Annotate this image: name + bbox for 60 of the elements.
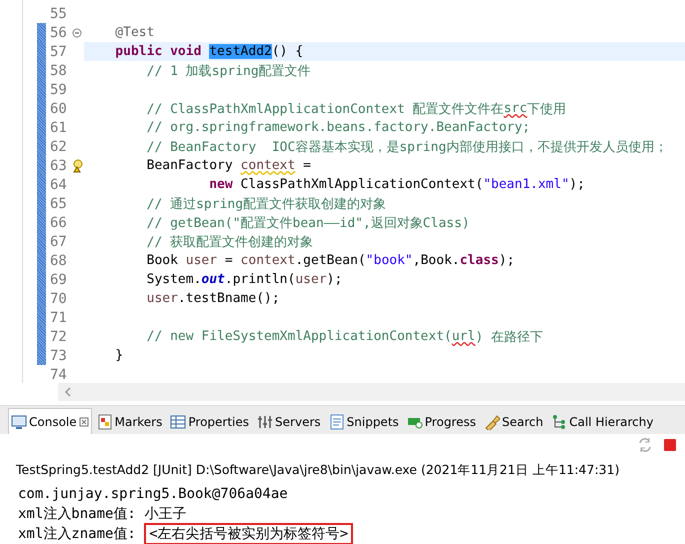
- line-number: 64: [49, 176, 68, 192]
- code-line: // new FileSystemXmlApplicationContext(url) 在路径下: [146, 328, 544, 346]
- console-title: TestSpring5.testAdd2 [JUnit] D:\Software\Java\jre8\bin\javaw.exe (2021年11月21日 上午11:47:31): [15, 461, 620, 479]
- line-number: 59: [49, 82, 68, 98]
- view-tab[interactable]: Markers: [94, 408, 166, 434]
- servers-icon: [257, 414, 274, 430]
- line-number: 58: [49, 62, 68, 78]
- line-number: 74: [49, 366, 68, 382]
- code-line: @Test: [114, 24, 156, 42]
- view-tab[interactable]: Snippets: [326, 408, 402, 434]
- warning-bulb-icon[interactable]: [72, 158, 84, 172]
- console-output-line: xml注入zname值: <左右尖括号被实别为标签符号>: [18, 524, 685, 544]
- sync-icon[interactable]: [637, 437, 653, 453]
- line-number: 65: [49, 196, 68, 212]
- line-number: 57: [49, 44, 68, 60]
- line-number: 68: [49, 252, 68, 268]
- line-number: 56: [49, 24, 68, 40]
- line-number: 62: [49, 138, 68, 154]
- view-tab[interactable]: Search: [481, 408, 546, 434]
- close-icon[interactable]: [78, 416, 89, 426]
- code-line: // BeanFactory IOC容器基本实现，是spring内部使用接口，不提供开发人员使用；: [146, 138, 668, 156]
- code-line: // ClassPathXmlApplicationContext 配置文件文件在src下使用: [146, 100, 568, 118]
- line-number: 60: [49, 100, 68, 116]
- line-number: 71: [49, 310, 68, 326]
- code-line: user.testBname();: [146, 290, 281, 308]
- console-output-line: xml注入bname值: 小王子: [18, 505, 188, 524]
- line-number: 63: [49, 158, 68, 174]
- console-output-line: com.junjay.spring5.Book@706a04ae: [18, 485, 289, 504]
- line-number: 72: [49, 328, 68, 344]
- table-icon: [170, 414, 186, 430]
- view-tab[interactable]: Progress: [404, 408, 479, 434]
- code-line: BeanFactory context =: [146, 157, 312, 175]
- code-line: // 通过spring配置文件获取创建的对象: [146, 196, 388, 213]
- monitor-icon: [11, 414, 27, 430]
- view-tab[interactable]: Servers: [254, 408, 324, 434]
- line-number: 55: [49, 6, 68, 22]
- code-line: // 1 加载spring配置文件: [146, 62, 312, 80]
- code-line: }: [114, 347, 124, 365]
- hierarchy-icon: [551, 414, 568, 430]
- code-line: // 获取配置文件创建的对象: [146, 234, 314, 251]
- scroll-left-icon[interactable]: [64, 387, 72, 397]
- view-tab[interactable]: Properties: [167, 408, 252, 434]
- line-number: 61: [49, 120, 68, 136]
- code-line: new ClassPathXmlApplicationContext("bean1.xml");: [208, 176, 586, 194]
- document-icon: [328, 414, 345, 430]
- markers-icon: [96, 414, 113, 430]
- line-number: 69: [49, 272, 68, 288]
- line-number: 70: [49, 290, 68, 306]
- code-line: Book user = context.getBean("book",Book.class);: [146, 252, 516, 270]
- stop-icon[interactable]: [663, 438, 677, 452]
- line-number: 66: [49, 214, 68, 230]
- line-number: 67: [49, 234, 68, 250]
- collapse-icon[interactable]: [72, 28, 82, 38]
- code-line: // org.springframework.beans.factory.BeanFactory;: [146, 119, 532, 137]
- view-tab[interactable]: Call Hierarchy: [548, 408, 656, 434]
- line-number: 73: [49, 348, 68, 364]
- view-tab[interactable]: Console: [8, 408, 92, 434]
- flashlight-icon: [484, 414, 500, 430]
- code-line: System.out.println(user);: [146, 271, 344, 289]
- code-line: // getBean("配置文件bean——id",返回对象Class): [146, 214, 471, 232]
